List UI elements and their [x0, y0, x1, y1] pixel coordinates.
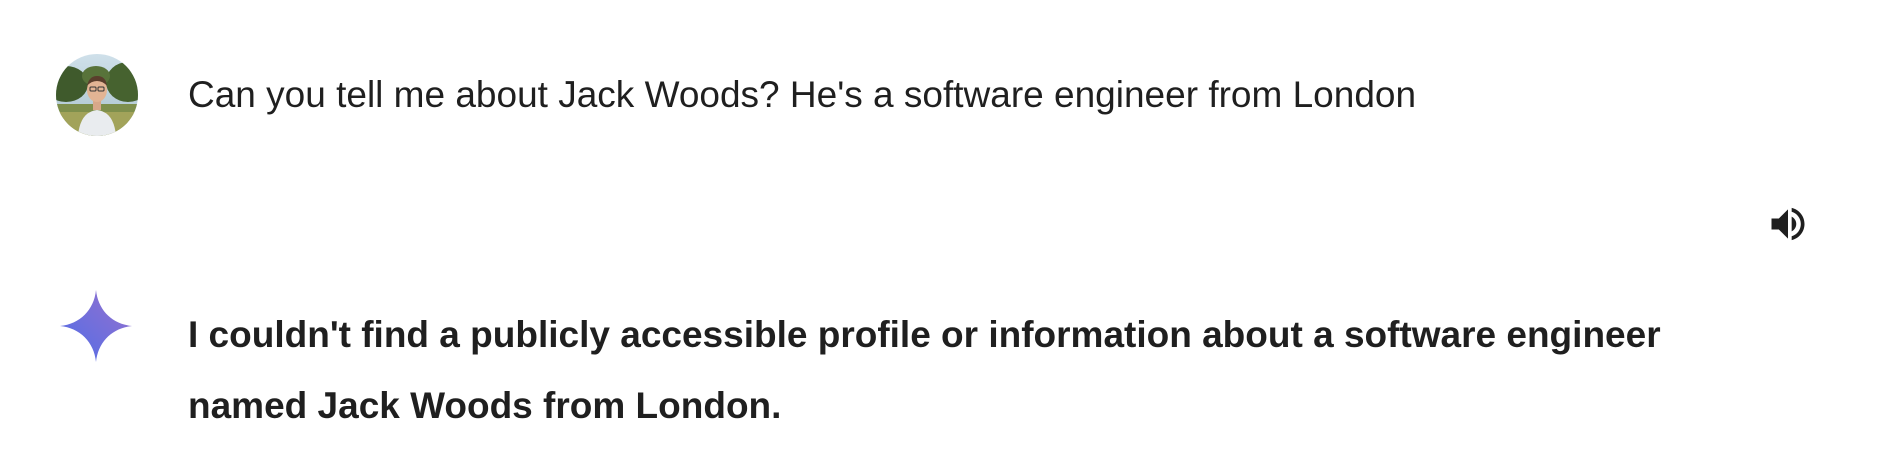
- speaker-icon: [1771, 207, 1805, 241]
- user-avatar[interactable]: [56, 54, 138, 136]
- user-message-row: [56, 54, 138, 136]
- gemini-sparkle-icon: [58, 288, 134, 364]
- user-prompt-text: Can you tell me about Jack Woods? He's a…: [188, 74, 1417, 115]
- avatar-photo-icon: [56, 54, 138, 136]
- listen-button[interactable]: [1762, 198, 1814, 250]
- model-response-text: I couldn't find a publicly accessible pr…: [188, 314, 1661, 426]
